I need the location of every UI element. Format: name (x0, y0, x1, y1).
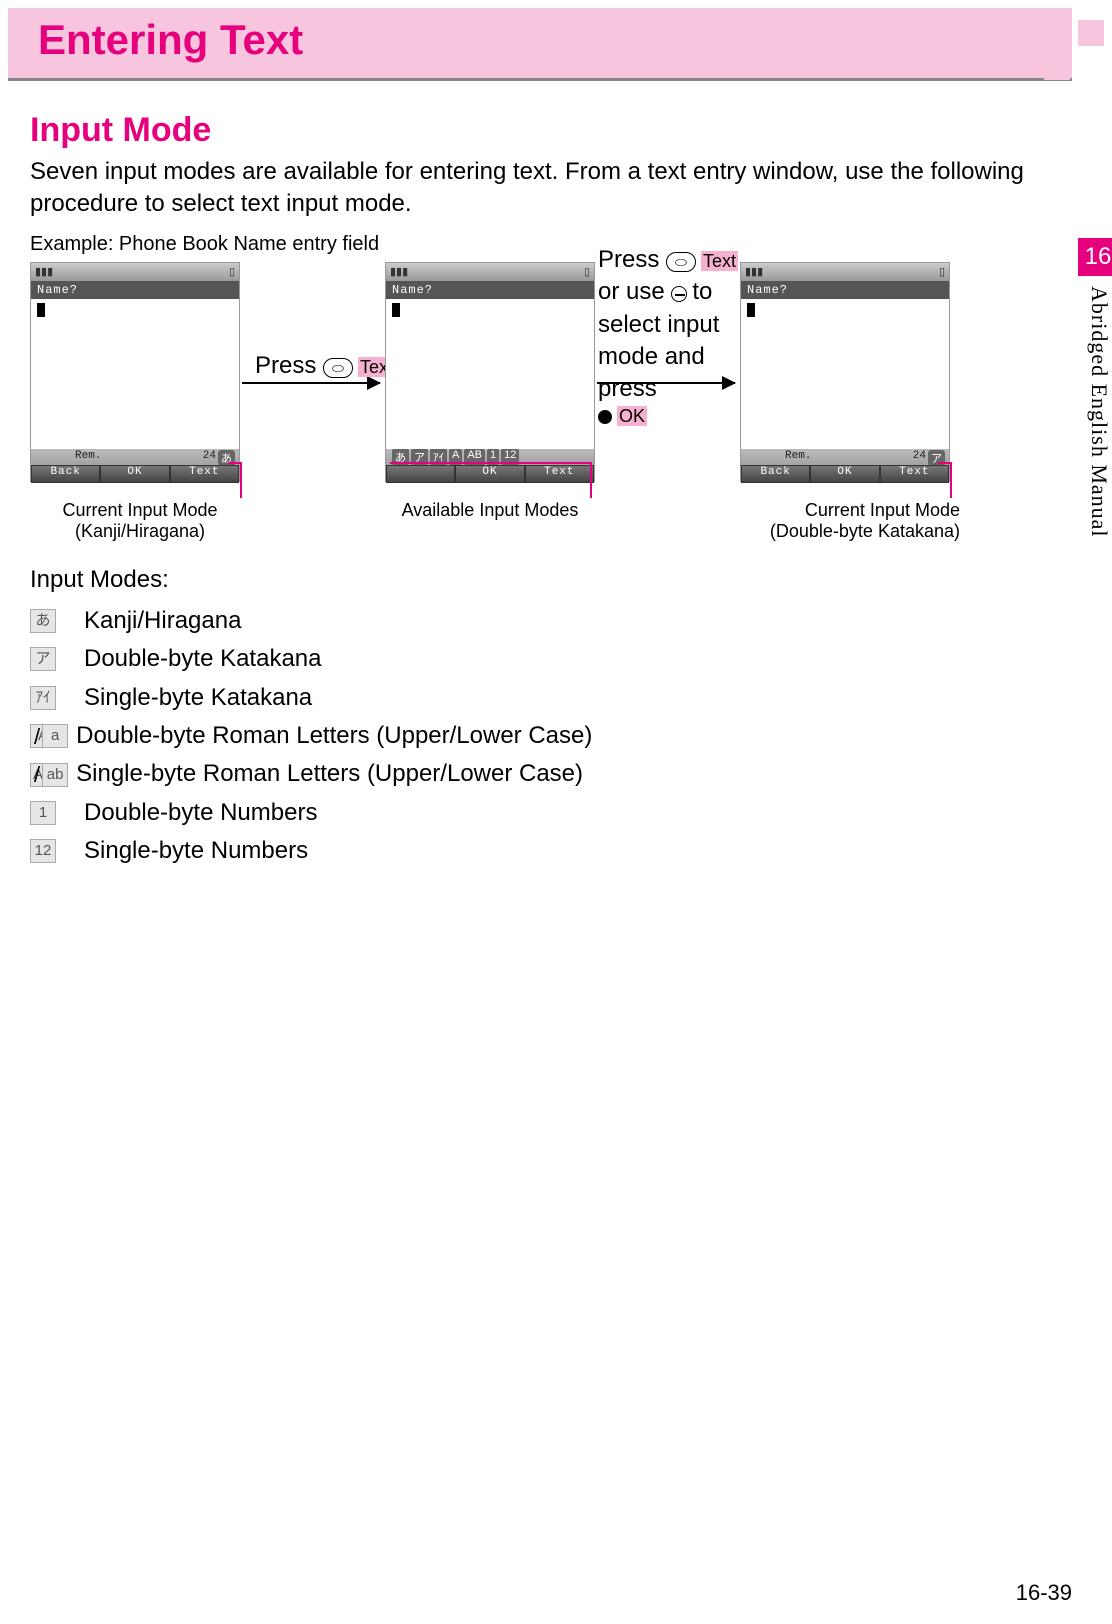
phone-screen-1: ▮▮▮▯ Name? Rem. 24 あ Back OK Text (30, 262, 240, 482)
section-heading: Input Mode (30, 111, 1062, 150)
mode-item: AB / ab Single-byte Roman Letters (Upper… (30, 755, 1062, 793)
example-label: Example: Phone Book Name entry field (30, 233, 1062, 256)
camera-key-icon: ⬭ (323, 358, 353, 378)
mode-icon: あ (30, 609, 56, 633)
side-tab: 16 Abridged English Manual (1078, 238, 1112, 608)
callout-current-mode-1: Current Input Mode(Kanji/Hiragana) (40, 500, 240, 542)
phone-screen-2: ▮▮▮▯ Name? あ ア ｱｲ A AB 1 12 OK Text (385, 262, 595, 482)
mode-item: A / a Double-byte Roman Letters (Upper/L… (30, 717, 1062, 755)
softkey-ok[interactable]: OK (455, 465, 524, 483)
mode-item: あ Kanji/Hiragana (30, 602, 1062, 640)
chapter-number: 16 (1078, 238, 1112, 276)
chapter-label: Abridged English Manual (1078, 276, 1112, 548)
page-number: 16-39 (1016, 1580, 1072, 1606)
mode-item: ｱｲ Single-byte Katakana (30, 679, 1062, 717)
callout-current-mode-2: Current Input Mode(Double-byte Katakana) (730, 500, 960, 542)
camera-key-icon: ⬭ (666, 252, 696, 272)
step-1-label: Press ⬭ Text (255, 350, 395, 382)
section-intro: Seven input modes are available for ente… (30, 156, 1062, 221)
softkey-text[interactable]: Text (170, 465, 239, 483)
mode-item: ア Double-byte Katakana (30, 640, 1062, 678)
center-key-icon (598, 410, 612, 424)
phone-screen-3: ▮▮▮▯ Name? Rem. 24 ア Back OK Text (740, 262, 950, 482)
softkey-ok[interactable]: OK (810, 465, 879, 483)
softkey-back[interactable]: Back (741, 465, 810, 483)
procedure-diagram: Press ⬭ Text or use to select input mode… (30, 262, 1062, 542)
arrow-2 (597, 382, 735, 384)
mode-item: 12 Single-byte Numbers (30, 832, 1062, 870)
nav-ring-icon (671, 286, 687, 302)
softkey-ok[interactable]: OK (100, 465, 169, 483)
mode-item: 1 Double-byte Numbers (30, 794, 1062, 832)
callout-available-modes: Available Input Modes (372, 500, 608, 521)
decorative-corner (1044, 20, 1104, 80)
modes-list: あ Kanji/Hiragana ア Double-byte Katakana … (30, 602, 1062, 871)
status-bar: ▮▮▮▯ (31, 263, 239, 281)
modes-heading: Input Modes: (30, 566, 1062, 594)
chapter-title: Entering Text (38, 16, 1042, 64)
chapter-title-bar: Entering Text (8, 8, 1072, 81)
softkey-text[interactable]: Text (525, 465, 594, 483)
softkey-back[interactable]: Back (31, 465, 100, 483)
text-cursor (37, 303, 45, 317)
softkey-text[interactable]: Text (880, 465, 949, 483)
field-title: Name? (31, 281, 239, 299)
